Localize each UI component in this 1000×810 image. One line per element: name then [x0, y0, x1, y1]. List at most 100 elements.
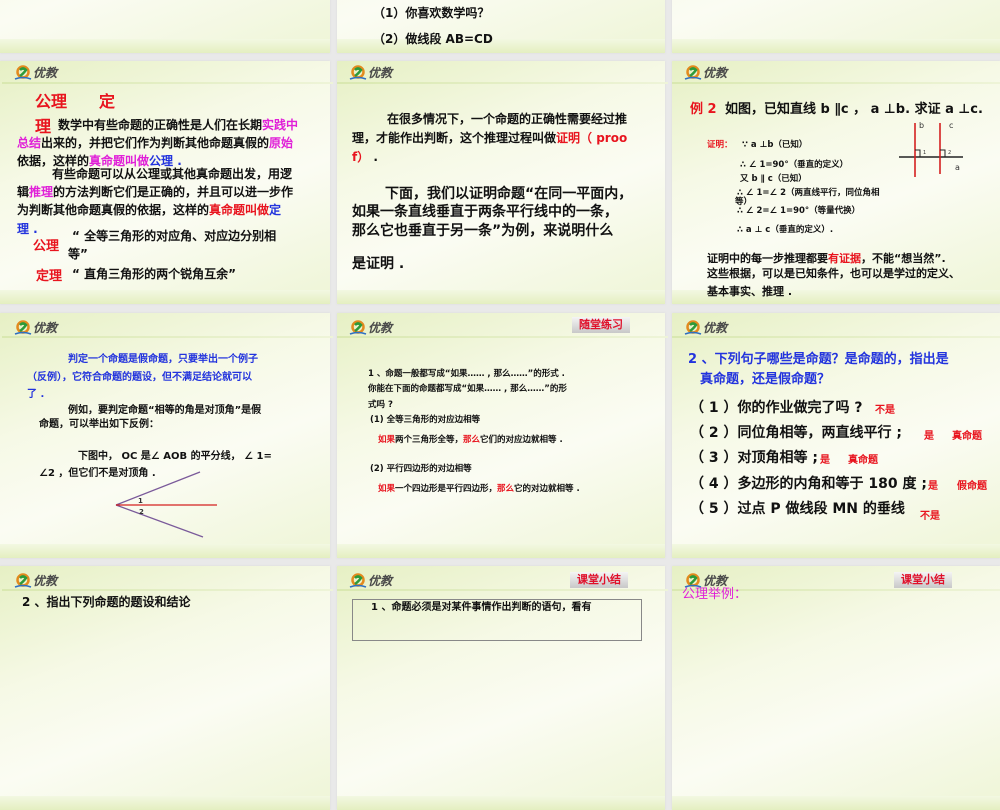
text-run: 2 、指出下列命题的题设和结论	[22, 595, 191, 609]
text-run: 这些根据，可以是已知条件，也可以是学过的定义、	[707, 267, 960, 280]
question-title: 真命题，还是假命题？	[700, 368, 830, 387]
slide-thumb-3[interactable]	[670, 0, 1000, 55]
text-line: 辑推理的方法判断它们是正确的，并且可以进一步作	[17, 183, 293, 200]
text-line: 基本事实、推理 .	[707, 283, 792, 299]
text-run: 是证明 .	[352, 256, 405, 272]
slide-thumb-proof-intro[interactable]: 优教 在很多情况下，一个命题的正确性需要经过推 理，才能作出判断，这个推理过程叫…	[335, 55, 670, 310]
text-run: ∴ ∠ 1=90°（垂直的定义）	[740, 160, 849, 170]
text-line: “ 全等三角形的对应角、对应边分别相	[72, 227, 276, 244]
text-run: 1 、命题一般都写成“如果…… , 那么……”的形式 .	[368, 369, 565, 379]
text-run: ，不能“想当然”.	[861, 252, 946, 265]
text-run: 公理 定	[35, 92, 116, 111]
text-line: 式吗 ?	[368, 398, 393, 410]
text-line: 等”	[68, 245, 88, 262]
text-run: （ 2 ）同位角相等，两直线平行 ;	[690, 425, 902, 441]
logo-text: 优教	[368, 321, 393, 335]
label-2: 2	[948, 150, 951, 156]
slide-thumb-bottom-1[interactable]: 优教 2 、指出下列命题的题设和结论	[0, 555, 335, 810]
answer: 是	[924, 431, 934, 442]
text-line: 你能在下面的命题都写成“如果…… , 那么……”的形	[368, 382, 567, 394]
ray-ob	[115, 504, 204, 538]
text-run: 你能在下面的命题都写成“如果…… , 那么……”的形	[368, 384, 567, 394]
text-line: 如图，已知直线 b ∥c ， a ⊥b. 求证 a ⊥c.	[725, 98, 983, 117]
text-line: （1）你喜欢数学吗？	[373, 4, 489, 21]
text-line: 是证明 .	[352, 253, 404, 273]
text-run: 如图，已知直线 b ∥c ， a ⊥b. 求证 a ⊥c.	[725, 102, 983, 117]
text-run: （2）做线段 AB=CD	[373, 32, 493, 46]
section-badge: 课堂小结	[894, 572, 952, 588]
text-run: （ 3 ）对顶角相等 ;	[690, 450, 818, 466]
example-label: 例 2	[690, 98, 717, 117]
slide-thumb-axiom[interactable]: 优教 公理 定 理 数学中有些命题的正确性是人们在长期实践中 总结出来的，并把它…	[0, 55, 335, 310]
slide-thumb-practice-2[interactable]: 优教 2 、下列句子哪些是命题？是命题的，指出是 真命题，还是假命题？ （ 1 …	[670, 310, 1000, 565]
text-run: ∴ a ⊥ c（垂直的定义）.	[737, 225, 834, 235]
text-run: 两个三角形全等，	[395, 435, 464, 445]
text-line: ∴ a ⊥ c（垂直的定义）.	[737, 223, 833, 235]
text-line: 总结出来的，并把它们作为判断其他命题真假的原始	[17, 134, 293, 151]
slide-thumb-1[interactable]	[0, 0, 335, 55]
text-run: 如果	[378, 484, 396, 494]
text-line: ∴ ∠ 1=90°（垂直的定义）	[740, 158, 848, 170]
question-item: （ 5 ）过点 P 做线段 MN 的垂线	[690, 498, 905, 518]
text-line: ∴ ∠ 2=∠ 1=90°（等量代换）	[737, 204, 860, 216]
text-run: 为判断其他命题真假的依据，这样的	[17, 203, 210, 217]
text-line: 证明中的每一步推理都要有证据，不能“想当然”.	[707, 250, 946, 266]
text-line: 数学中有些命题的正确性是人们在长期实践中	[58, 116, 298, 133]
text-line: 1 、命题必须是对某件事情作出判断的语句，看有	[371, 598, 591, 613]
text-line: 如果一个四边形是平行四边形，那么它的对边就相等 .	[378, 482, 580, 494]
text-run: ∴ ∠ 2=∠ 1=90°（等量代换）	[737, 206, 861, 216]
text-run: 实践中	[262, 118, 299, 132]
text-line: 下面，我们以证明命题“在同一平面内，	[385, 183, 632, 203]
label-b: b	[919, 121, 924, 130]
text-run: 出来的，并把它们作为判断其他命题真假的	[41, 136, 270, 150]
brand-logo: 优教	[14, 572, 57, 589]
question-item: （ 4 ）多边形的内角和等于 180 度 ;	[690, 473, 927, 493]
question-item: （ 3 ）对顶角相等 ;	[690, 447, 818, 467]
text-run: f）	[352, 150, 370, 164]
slide-thumb-bottom-2[interactable]: 优教 课堂小结 1 、命题必须是对某件事情作出判断的语句，看有	[335, 555, 670, 810]
logo-icon	[349, 319, 367, 335]
text-run: ∵ a ⊥b（已知）	[742, 140, 808, 150]
text-run: （ 1 ）你的作业做完了吗 ?	[690, 400, 863, 416]
brand-logo: 优教	[14, 319, 57, 336]
text-line: 例如，要判定命题“相等的角是对顶角”是假	[68, 401, 261, 416]
label-theorem: 定理	[36, 265, 62, 284]
answer: 不是	[875, 405, 895, 416]
slide-thumb-practice-1[interactable]: 优教 随堂练习 1 、命题一般都写成“如果…… , 那么……”的形式 . 你能在…	[335, 310, 670, 565]
answer: 不是	[920, 511, 940, 522]
text-run: 等”	[68, 247, 88, 261]
text-line: ∴ ∠ 1=∠ 2（两直线平行，同位角相	[737, 186, 879, 198]
text-run: （ 5 ）过点 P 做线段 MN 的垂线	[690, 501, 905, 517]
text-run: 下图中， OC 是∠ AOB 的平分线， ∠ 1=	[78, 451, 272, 462]
text-run: 2 、下列句子哪些是命题？是命题的，指出是	[688, 352, 949, 367]
summary-box: 1 、命题必须是对某件事情作出判断的语句，看有	[352, 599, 642, 641]
text-run: 数学中有些命题的正确性是人们在长期	[58, 118, 263, 132]
slide-thumb-bottom-3[interactable]: 优教 课堂小结 公理举例：	[670, 555, 1000, 810]
text-run: 又 b ∥ c（已知）	[740, 174, 807, 184]
ray-oa	[115, 471, 201, 506]
text-line: 2 、指出下列命题的题设和结论	[22, 593, 191, 610]
text-run: （ 4 ）多边形的内角和等于 180 度 ;	[690, 476, 927, 492]
text-run: （反例），它符合命题的题设，但不满足结论就可以	[27, 372, 252, 383]
brand-logo: 优教	[684, 64, 727, 81]
label-a: a	[955, 163, 960, 172]
text-run: 有些命题可以从公理或其他真命题出发，用逻	[52, 167, 293, 181]
slide-thumb-example2[interactable]: 优教 例 2 如图，已知直线 b ∥c ， a ⊥b. 求证 a ⊥c. 证明：…	[670, 55, 1000, 310]
text-run: （1）你喜欢数学吗？	[373, 6, 490, 20]
logo-text: 优教	[703, 321, 728, 335]
text-run: ∴ ∠ 1=∠ 2（两直线平行，同位角相	[737, 188, 880, 198]
logo-text: 优教	[703, 66, 728, 80]
slide-thumb-2[interactable]: （1）你喜欢数学吗？ （2）做线段 AB=CD	[335, 0, 670, 55]
answer: 假命题	[957, 481, 987, 492]
logo-icon	[349, 64, 367, 80]
text-line: 又 b ∥ c（已知）	[740, 172, 807, 184]
text-run: 证明：	[707, 140, 733, 150]
text-run: 了 .	[27, 389, 45, 400]
text-line: (2) 平行四边形的对边相等	[370, 462, 472, 474]
label-c: c	[949, 121, 953, 130]
slide-thumb-counterexample[interactable]: 优教 判定一个命题是假命题，只要举出一个例子 （反例），它符合命题的题设，但不满…	[0, 310, 335, 565]
text-run: “ 全等三角形的对应角、对应边分别相	[72, 229, 277, 243]
text-run: 理 .	[17, 222, 38, 236]
text-run: 例 2	[690, 102, 717, 117]
label-1: 1	[138, 497, 143, 505]
